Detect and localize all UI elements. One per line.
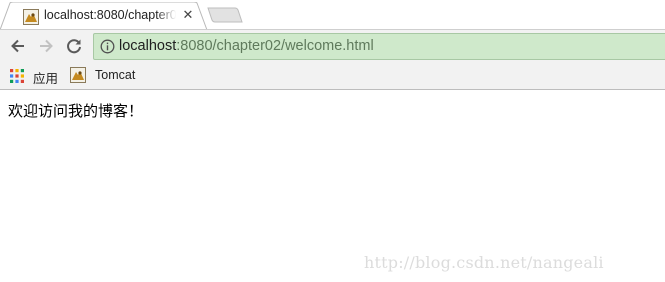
url-host: localhost: [119, 38, 177, 54]
new-tab-button[interactable]: [207, 7, 243, 23]
url-text: localhost:8080/chapter02/welcome.html: [119, 38, 374, 54]
bookmark-tomcat-label[interactable]: Tomcat: [95, 68, 135, 82]
tomcat-icon: [23, 9, 39, 25]
tab-strip: localhost:8080/chapter02/welcome.html ✕: [0, 0, 665, 30]
tab-title: localhost:8080/chapter02/welcome.html: [44, 8, 176, 22]
bookmarks-bar: 应用 Tomcat: [0, 63, 665, 90]
arrow-left-icon[interactable]: [9, 37, 27, 55]
page-content: 欢迎访问我的博客！ http://blog.csdn.net/nangeali: [0, 90, 665, 282]
tomcat-icon[interactable]: [70, 67, 86, 83]
apps-grid-icon[interactable]: [10, 69, 24, 83]
close-icon[interactable]: ✕: [181, 8, 195, 22]
reload-icon[interactable]: [65, 37, 83, 55]
bookmark-apps-label[interactable]: 应用: [33, 68, 58, 87]
browser-toolbar: localhost:8080/chapter02/welcome.html: [0, 30, 665, 63]
info-icon[interactable]: [100, 39, 115, 54]
watermark-text: http://blog.csdn.net/nangeali: [364, 253, 604, 272]
welcome-text: 欢迎访问我的博客！: [8, 102, 144, 120]
tab-active[interactable]: localhost:8080/chapter02/welcome.html ✕: [0, 2, 210, 30]
url-path: :8080/chapter02/welcome.html: [176, 38, 374, 54]
arrow-right-icon[interactable]: [37, 37, 55, 55]
address-bar[interactable]: localhost:8080/chapter02/welcome.html: [93, 33, 665, 60]
